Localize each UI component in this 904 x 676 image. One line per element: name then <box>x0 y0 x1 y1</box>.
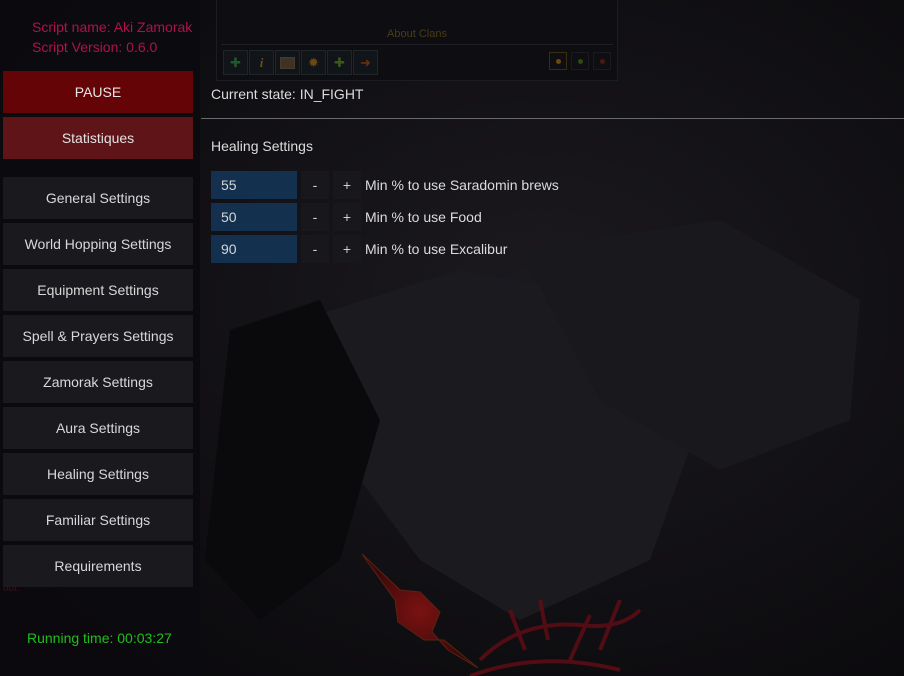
increment-button[interactable]: + <box>333 235 361 263</box>
decrement-button[interactable]: - <box>301 171 329 199</box>
script-info: Script name: Aki Zamorak Script Version:… <box>32 17 192 57</box>
section-title: Healing Settings <box>211 138 313 154</box>
noticeboard-icon[interactable] <box>275 50 300 75</box>
sidebar-item-healing-settings[interactable]: Healing Settings <box>3 453 193 495</box>
setting-row-food: - + Min % to use Food <box>211 203 482 231</box>
script-version: Script Version: 0.6.0 <box>32 39 158 55</box>
setting-label: Min % to use Excalibur <box>365 241 508 257</box>
setting-label: Min % to use Food <box>365 209 482 225</box>
pause-button[interactable]: PAUSE <box>3 71 193 113</box>
sidebar-item-spell-prayers-settings[interactable]: Spell & Prayers Settings <box>3 315 193 357</box>
add-member-icon[interactable]: ✚ <box>327 50 352 75</box>
sidebar-item-world-hopping-settings[interactable]: World Hopping Settings <box>3 223 193 265</box>
excalibur-percent-input[interactable] <box>211 235 297 263</box>
status-dot-button[interactable] <box>593 52 611 70</box>
increment-button[interactable]: + <box>333 171 361 199</box>
status-dot-button[interactable] <box>549 52 567 70</box>
running-time: Running time: 00:03:27 <box>27 630 172 646</box>
saradomin-brews-percent-input[interactable] <box>211 171 297 199</box>
section-divider <box>201 118 904 119</box>
clan-panel-divider <box>221 44 613 45</box>
chat-add-icon[interactable]: ✚ <box>223 50 248 75</box>
setting-row-saradomin-brews: - + Min % to use Saradomin brews <box>211 171 559 199</box>
green-dot-icon <box>577 58 583 64</box>
statistics-button[interactable]: Statistiques <box>3 117 193 159</box>
script-name: Script name: Aki Zamorak <box>32 19 193 35</box>
clan-panel: About Clans ✚ i ✹ ✚ ➜ <box>216 0 618 81</box>
status-dot-button[interactable] <box>571 52 589 70</box>
sidebar-item-familiar-settings[interactable]: Familiar Settings <box>3 499 193 541</box>
sidebar-item-equipment-settings[interactable]: Equipment Settings <box>3 269 193 311</box>
sidebar-item-requirements[interactable]: Requirements <box>3 545 193 587</box>
increment-button[interactable]: + <box>333 203 361 231</box>
decrement-button[interactable]: - <box>301 235 329 263</box>
food-percent-input[interactable] <box>211 203 297 231</box>
sidebar-item-zamorak-settings[interactable]: Zamorak Settings <box>3 361 193 403</box>
setting-row-excalibur: - + Min % to use Excalibur <box>211 235 507 263</box>
clan-toolbar: ✚ i ✹ ✚ ➜ <box>223 50 378 75</box>
red-dot-icon <box>599 58 605 64</box>
gear-icon[interactable]: ✹ <box>301 50 326 75</box>
sidebar-item-aura-settings[interactable]: Aura Settings <box>3 407 193 449</box>
decrement-button[interactable]: - <box>301 203 329 231</box>
exit-icon[interactable]: ➜ <box>353 50 378 75</box>
info-icon[interactable]: i <box>249 50 274 75</box>
setting-label: Min % to use Saradomin brews <box>365 177 559 193</box>
status-dots <box>549 52 611 70</box>
sidebar-item-general-settings[interactable]: General Settings <box>3 177 193 219</box>
current-state: Current state: IN_FIGHT <box>211 86 364 102</box>
orange-dot-icon <box>555 58 561 64</box>
about-clans-label: About Clans <box>387 28 447 40</box>
